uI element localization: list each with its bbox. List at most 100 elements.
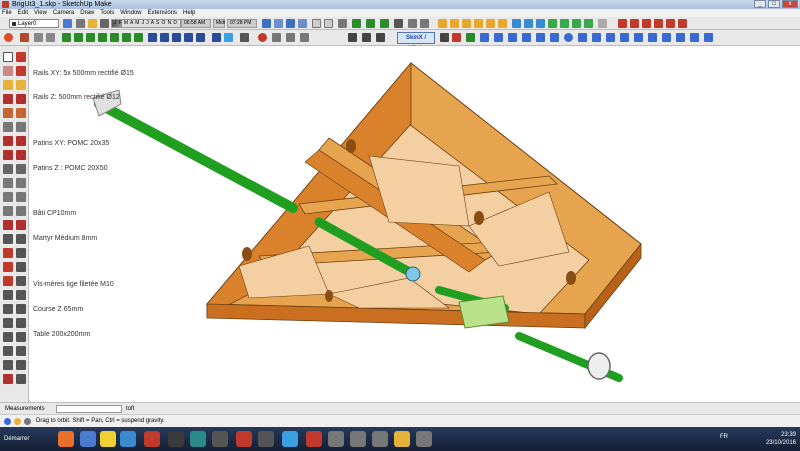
- sandbox-tool-7-icon[interactable]: [3, 332, 13, 342]
- polygon-draw-icon[interactable]: [606, 33, 615, 42]
- view-front-icon[interactable]: [462, 19, 471, 28]
- model-drawing[interactable]: [29, 46, 800, 402]
- paint-bucket-icon[interactable]: [16, 66, 26, 76]
- pan-icon[interactable]: [16, 220, 26, 230]
- shadow-time-start[interactable]: 06:58 AM: [181, 19, 211, 28]
- undo-icon[interactable]: [212, 33, 221, 42]
- help-icon[interactable]: [24, 418, 31, 425]
- text-tool-icon[interactable]: [16, 192, 26, 202]
- rectangle-icon[interactable]: [3, 94, 13, 104]
- rotate-z-icon[interactable]: [134, 33, 143, 42]
- zoom-icon[interactable]: [3, 234, 13, 244]
- fillet-draw-icon[interactable]: [676, 33, 685, 42]
- skin-x-ybub-button[interactable]: SkinX / YBub: [397, 32, 435, 52]
- sandbox-smoove-icon[interactable]: [274, 19, 283, 28]
- menu-camera[interactable]: Camera: [53, 9, 74, 17]
- style-textured-icon[interactable]: [572, 19, 581, 28]
- shadow-month-slider[interactable]: J F M A M J J A S O N D: [111, 19, 181, 28]
- geo-location-icon[interactable]: [4, 418, 11, 425]
- move-up-icon[interactable]: [62, 33, 71, 42]
- paint-icon[interactable]: [338, 19, 347, 28]
- photo-match-icon[interactable]: [272, 33, 281, 42]
- arc-draw-icon[interactable]: [592, 33, 601, 42]
- menu-help[interactable]: Help: [183, 9, 195, 17]
- polygon-icon[interactable]: [16, 108, 26, 118]
- zoom-extents-icon[interactable]: [3, 248, 13, 258]
- menu-edit[interactable]: Edit: [18, 9, 28, 17]
- warehouse-icon[interactable]: [352, 19, 361, 28]
- walk-icon[interactable]: [3, 276, 13, 286]
- measurements-input[interactable]: [56, 405, 122, 413]
- align-icon[interactable]: [184, 33, 193, 42]
- share-model-icon[interactable]: [380, 19, 389, 28]
- explode-icon[interactable]: [420, 19, 429, 28]
- freehand-icon[interactable]: [16, 80, 26, 90]
- extra-tool-4-icon[interactable]: [16, 360, 26, 370]
- sandbox-tool-3-icon[interactable]: [3, 304, 13, 314]
- layer-select[interactable]: Layer0: [9, 19, 59, 28]
- solid-union-icon[interactable]: [618, 19, 627, 28]
- push-pull-s-icon[interactable]: [348, 33, 357, 42]
- extra-tool-3-icon[interactable]: [3, 360, 13, 370]
- menu-draw[interactable]: Draw: [80, 9, 94, 17]
- scale-icon[interactable]: [172, 33, 181, 42]
- section-tool-icon[interactable]: [16, 276, 26, 286]
- minimize-button[interactable]: _: [754, 0, 766, 8]
- circle-draw-icon[interactable]: [564, 33, 573, 42]
- flip-icon[interactable]: [148, 33, 157, 42]
- offset-s-icon[interactable]: [362, 33, 371, 42]
- chamfer-draw-icon[interactable]: [690, 33, 699, 42]
- language-indicator[interactable]: FR: [720, 434, 728, 440]
- edit-curve-icon[interactable]: [704, 33, 713, 42]
- curve-5-icon[interactable]: [536, 33, 545, 42]
- solid-split-icon[interactable]: [666, 19, 675, 28]
- style-shaded-icon[interactable]: [560, 19, 569, 28]
- close-button[interactable]: x: [782, 0, 798, 8]
- follow-me-icon[interactable]: [376, 33, 385, 42]
- section-plane-icon[interactable]: [598, 19, 607, 28]
- shadow-toggle-icon[interactable]: [76, 19, 85, 28]
- sandbox-stamp-icon[interactable]: [286, 19, 295, 28]
- record-icon[interactable]: [440, 33, 449, 42]
- browser-icon[interactable]: [282, 431, 298, 447]
- protractor-tool-icon[interactable]: [3, 192, 13, 202]
- move-right-icon[interactable]: [98, 33, 107, 42]
- extra-tool-2-icon[interactable]: [16, 346, 26, 356]
- group-icon[interactable]: [408, 19, 417, 28]
- menu-tools[interactable]: Tools: [100, 9, 114, 17]
- curve-2-icon[interactable]: [494, 33, 503, 42]
- scanner-icon[interactable]: [350, 431, 366, 447]
- rectangle-draw-icon[interactable]: [578, 33, 587, 42]
- start-button[interactable]: Démarrer: [2, 433, 36, 445]
- section-cut-icon[interactable]: [286, 33, 295, 42]
- line-draw-icon[interactable]: [466, 33, 475, 42]
- explorer-icon[interactable]: [394, 431, 410, 447]
- filezilla-icon[interactable]: [306, 431, 322, 447]
- rotate-y-icon[interactable]: [122, 33, 131, 42]
- measure-icon[interactable]: [312, 19, 321, 28]
- curve-4-icon[interactable]: [522, 33, 531, 42]
- printer-icon[interactable]: [328, 431, 344, 447]
- terminal-icon[interactable]: [258, 431, 274, 447]
- footprint-icon[interactable]: [3, 374, 13, 384]
- curve-1-icon[interactable]: [480, 33, 489, 42]
- view-top-icon[interactable]: [450, 19, 459, 28]
- folder-icon[interactable]: [80, 431, 96, 447]
- fog-icon[interactable]: [100, 19, 109, 28]
- arduino-icon[interactable]: [190, 431, 206, 447]
- view-back-icon[interactable]: [486, 19, 495, 28]
- shadow-time-end[interactable]: 07:28 PM: [227, 19, 257, 28]
- axes-tool-icon[interactable]: [3, 206, 13, 216]
- pdf-icon[interactable]: [236, 431, 252, 447]
- dimension-tool-icon[interactable]: [16, 178, 26, 188]
- solid-outer-icon[interactable]: [678, 19, 687, 28]
- move-icon[interactable]: [3, 136, 13, 146]
- orbit-tool-icon[interactable]: [3, 220, 13, 230]
- arc-icon[interactable]: [3, 122, 13, 132]
- menu-file[interactable]: File: [2, 9, 12, 17]
- extra-tool-1-icon[interactable]: [3, 346, 13, 356]
- zoom-window-icon[interactable]: [16, 234, 26, 244]
- model-viewport[interactable]: Rails XY: 5x 500mm rectifié Ø15 Rails Z:…: [29, 46, 800, 402]
- circle-icon[interactable]: [3, 108, 13, 118]
- settings-icon[interactable]: [212, 431, 228, 447]
